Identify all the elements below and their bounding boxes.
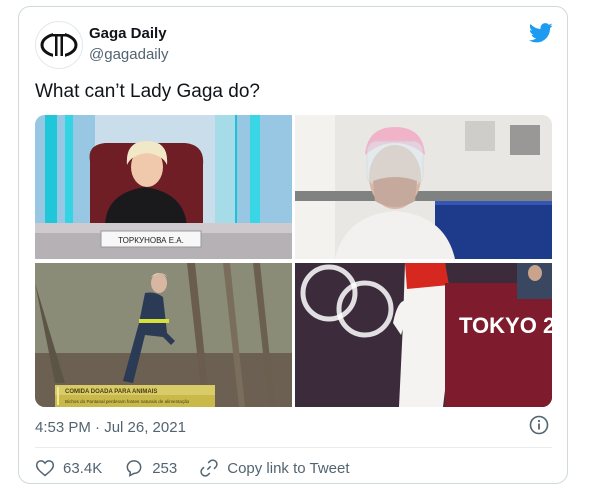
news-banner-subtitle: Bichos do Pantanal perderam fontes natur… [65,399,190,404]
like-count: 63.4K [63,459,103,477]
media-image-1[interactable]: ТОРКУНОВА Е.А. [35,115,292,259]
reply-bubble-icon [126,460,142,477]
copy-link-label: Copy link to Tweet [227,459,350,477]
link-icon [200,459,218,477]
like-button[interactable]: 63.4K [35,458,102,478]
divider [35,447,552,448]
nameplate-text: ТОРКУНОВА Е.А. [118,236,184,245]
reply-button[interactable]: 253 [124,458,177,478]
author-handle[interactable]: @gagadaily [89,46,168,63]
gaga-daily-logo-icon [40,32,78,58]
news-banner-title: COMIDA DOADA PARA ANIMAIS [65,389,157,395]
reply-count: 253 [152,459,178,477]
tweet-card[interactable]: Gaga Daily @gagadaily What can’t Lady Ga… [18,6,568,484]
author-name[interactable]: Gaga Daily [89,25,167,42]
avatar[interactable] [35,21,83,69]
info-icon[interactable] [529,415,549,435]
media-image-4[interactable]: TOKYO 20 [295,263,552,407]
tweet-timestamp[interactable]: 4:53 PM · Jul 26, 2021 [35,419,186,436]
tweet-media-grid[interactable]: ТОРКУНОВА Е.А. COMIDA DOADA PARA ANIMAIS… [35,115,552,407]
media-image-3[interactable]: COMIDA DOADA PARA ANIMAIS Bichos do Pant… [35,263,292,407]
twitter-bird-icon[interactable] [528,23,553,43]
tweet-text: What can’t Lady Gaga do? [35,81,260,102]
heart-icon [35,460,55,477]
media-image-2[interactable] [295,115,552,259]
copy-link-button[interactable]: Copy link to Tweet [199,458,350,478]
tokyo-banner-text: TOKYO 20 [459,313,552,338]
action-bar: 63.4K 253 Copy link to Tweet [35,457,372,479]
